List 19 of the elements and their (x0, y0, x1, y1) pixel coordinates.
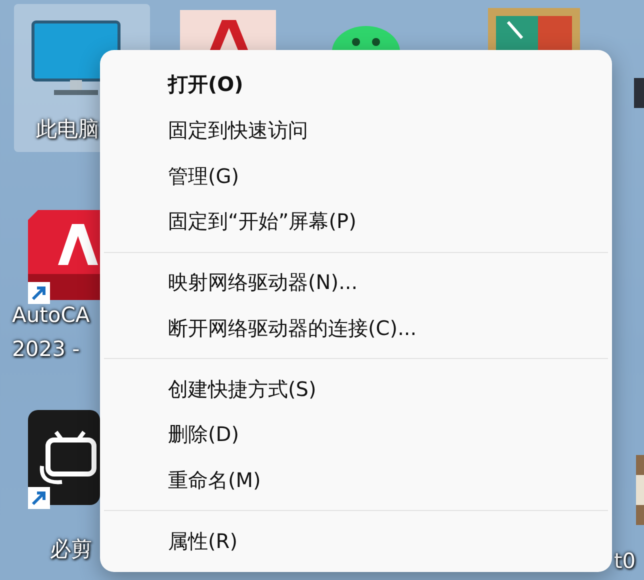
desktop-icon-label: AutoCA 2023 - (12, 302, 90, 363)
menu-item[interactable]: 管理(G) (100, 153, 612, 200)
menu-item[interactable]: 映射网络驱动器(N)... (100, 260, 612, 306)
menu-item[interactable]: 固定到“开始”屏幕(P) (100, 199, 612, 245)
menu-item[interactable]: 固定到快速访问 (100, 108, 612, 154)
menu-item[interactable]: 断开网络驱动器的连接(C)... (100, 306, 612, 352)
menu-item[interactable]: 重命名(M) (100, 458, 612, 504)
menu-item[interactable]: 创建快捷方式(S) (100, 366, 612, 412)
autocad-icon[interactable] (28, 210, 100, 300)
menu-item[interactable]: 删除(D) (100, 412, 612, 458)
video-app-icon[interactable] (28, 410, 100, 505)
desktop-icon-label: 必剪 (50, 536, 92, 563)
desktop-icon-label: t0 (614, 548, 636, 575)
app-icon[interactable] (180, 10, 276, 50)
monitor-icon[interactable] (30, 20, 122, 98)
menu-item[interactable]: 打开(O) (100, 62, 612, 108)
photo-icon[interactable] (636, 455, 644, 525)
desktop-icon-label: 此电脑 (36, 116, 99, 143)
menu-item[interactable]: 属性(R) (100, 518, 612, 564)
